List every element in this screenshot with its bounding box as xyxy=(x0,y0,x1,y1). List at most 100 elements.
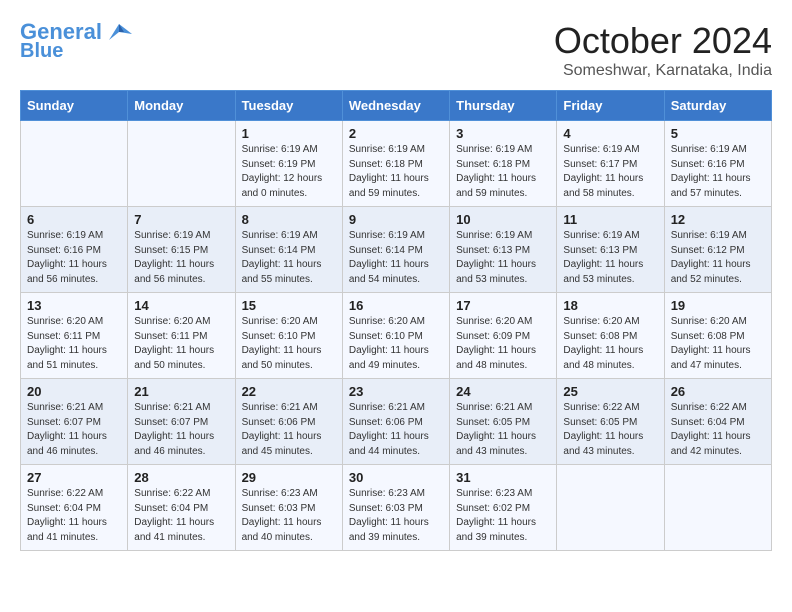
day-info: Sunrise: 6:20 AM Sunset: 6:10 PM Dayligh… xyxy=(242,315,336,373)
day-info: Sunrise: 6:19 AM Sunset: 6:13 PM Dayligh… xyxy=(456,229,550,287)
day-info: Sunrise: 6:19 AM Sunset: 6:13 PM Dayligh… xyxy=(563,229,657,287)
day-info: Sunrise: 6:19 AM Sunset: 6:19 PM Dayligh… xyxy=(242,143,336,201)
day-info: Sunrise: 6:21 AM Sunset: 6:06 PM Dayligh… xyxy=(349,401,443,459)
day-number: 31 xyxy=(456,470,550,485)
day-info: Sunrise: 6:23 AM Sunset: 6:03 PM Dayligh… xyxy=(242,487,336,545)
day-number: 5 xyxy=(671,126,765,141)
day-info: Sunrise: 6:19 AM Sunset: 6:14 PM Dayligh… xyxy=(242,229,336,287)
calendar-table: Sunday Monday Tuesday Wednesday Thursday… xyxy=(20,90,772,551)
day-number: 12 xyxy=(671,212,765,227)
header-sunday: Sunday xyxy=(21,91,128,121)
day-number: 26 xyxy=(671,384,765,399)
table-row: 20 Sunrise: 6:21 AM Sunset: 6:07 PM Dayli… xyxy=(21,379,128,465)
table-row xyxy=(664,465,771,551)
day-info: Sunrise: 6:19 AM Sunset: 6:16 PM Dayligh… xyxy=(671,143,765,201)
day-info: Sunrise: 6:19 AM Sunset: 6:18 PM Dayligh… xyxy=(349,143,443,201)
table-row: 17 Sunrise: 6:20 AM Sunset: 6:09 PM Dayli… xyxy=(450,293,557,379)
day-info: Sunrise: 6:23 AM Sunset: 6:02 PM Dayligh… xyxy=(456,487,550,545)
day-info: Sunrise: 6:20 AM Sunset: 6:10 PM Dayligh… xyxy=(349,315,443,373)
table-row: 18 Sunrise: 6:20 AM Sunset: 6:08 PM Dayli… xyxy=(557,293,664,379)
day-info: Sunrise: 6:23 AM Sunset: 6:03 PM Dayligh… xyxy=(349,487,443,545)
table-row: 29 Sunrise: 6:23 AM Sunset: 6:03 PM Dayli… xyxy=(235,465,342,551)
day-number: 28 xyxy=(134,470,228,485)
logo-bird-icon xyxy=(104,22,134,42)
table-row: 28Sunrise: 6:22 AM Sunset: 6:04 PM Dayli… xyxy=(128,465,235,551)
day-info: Sunrise: 6:19 AM Sunset: 6:14 PM Dayligh… xyxy=(349,229,443,287)
day-number: 29 xyxy=(242,470,336,485)
calendar-header-row: Sunday Monday Tuesday Wednesday Thursday… xyxy=(21,91,772,121)
table-row: 23 Sunrise: 6:21 AM Sunset: 6:06 PM Dayli… xyxy=(342,379,449,465)
table-row xyxy=(557,465,664,551)
day-info: Sunrise: 6:20 AM Sunset: 6:09 PM Dayligh… xyxy=(456,315,550,373)
day-info: Sunrise: 6:21 AM Sunset: 6:07 PM Dayligh… xyxy=(27,401,121,459)
day-number: 9 xyxy=(349,212,443,227)
header-wednesday: Wednesday xyxy=(342,91,449,121)
day-number: 6 xyxy=(27,212,121,227)
day-number: 24 xyxy=(456,384,550,399)
table-row: 13Sunrise: 6:20 AM Sunset: 6:11 PM Dayli… xyxy=(21,293,128,379)
day-info: Sunrise: 6:19 AM Sunset: 6:15 PM Dayligh… xyxy=(134,229,228,287)
day-number: 14 xyxy=(134,298,228,313)
table-row: 25Sunrise: 6:22 AM Sunset: 6:05 PM Dayli… xyxy=(557,379,664,465)
table-row: 8 Sunrise: 6:19 AM Sunset: 6:14 PM Daylig… xyxy=(235,207,342,293)
calendar-week-row: 13Sunrise: 6:20 AM Sunset: 6:11 PM Dayli… xyxy=(21,293,772,379)
day-info: Sunrise: 6:22 AM Sunset: 6:04 PM Dayligh… xyxy=(671,401,765,459)
table-row: 22Sunrise: 6:21 AM Sunset: 6:06 PM Dayli… xyxy=(235,379,342,465)
table-row: 2 Sunrise: 6:19 AM Sunset: 6:18 PM Daylig… xyxy=(342,121,449,207)
table-row xyxy=(21,121,128,207)
page-header: General Blue October 2024 Someshwar, Kar… xyxy=(20,20,772,80)
logo: General Blue xyxy=(20,20,134,62)
table-row: 21 Sunrise: 6:21 AM Sunset: 6:07 PM Dayli… xyxy=(128,379,235,465)
table-row: 7 Sunrise: 6:19 AM Sunset: 6:15 PM Daylig… xyxy=(128,207,235,293)
table-row: 14Sunrise: 6:20 AM Sunset: 6:11 PM Dayli… xyxy=(128,293,235,379)
table-row: 15Sunrise: 6:20 AM Sunset: 6:10 PM Dayli… xyxy=(235,293,342,379)
calendar-week-row: 27Sunrise: 6:22 AM Sunset: 6:04 PM Dayli… xyxy=(21,465,772,551)
day-number: 3 xyxy=(456,126,550,141)
location-subtitle: Someshwar, Karnataka, India xyxy=(554,62,772,80)
table-row: 5 Sunrise: 6:19 AM Sunset: 6:16 PM Daylig… xyxy=(664,121,771,207)
table-row: 10 Sunrise: 6:19 AM Sunset: 6:13 PM Dayli… xyxy=(450,207,557,293)
day-number: 17 xyxy=(456,298,550,313)
day-info: Sunrise: 6:21 AM Sunset: 6:07 PM Dayligh… xyxy=(134,401,228,459)
table-row xyxy=(128,121,235,207)
day-info: Sunrise: 6:20 AM Sunset: 6:08 PM Dayligh… xyxy=(563,315,657,373)
table-row: 27Sunrise: 6:22 AM Sunset: 6:04 PM Dayli… xyxy=(21,465,128,551)
day-number: 20 xyxy=(27,384,121,399)
day-number: 21 xyxy=(134,384,228,399)
calendar-week-row: 20 Sunrise: 6:21 AM Sunset: 6:07 PM Dayli… xyxy=(21,379,772,465)
header-thursday: Thursday xyxy=(450,91,557,121)
table-row: 1 Sunrise: 6:19 AM Sunset: 6:19 PM Daylig… xyxy=(235,121,342,207)
day-number: 30 xyxy=(349,470,443,485)
table-row: 16 Sunrise: 6:20 AM Sunset: 6:10 PM Dayli… xyxy=(342,293,449,379)
day-number: 10 xyxy=(456,212,550,227)
day-number: 11 xyxy=(563,212,657,227)
day-number: 25 xyxy=(563,384,657,399)
day-number: 23 xyxy=(349,384,443,399)
table-row: 9 Sunrise: 6:19 AM Sunset: 6:14 PM Daylig… xyxy=(342,207,449,293)
header-tuesday: Tuesday xyxy=(235,91,342,121)
table-row: 19 Sunrise: 6:20 AM Sunset: 6:08 PM Dayli… xyxy=(664,293,771,379)
day-info: Sunrise: 6:19 AM Sunset: 6:12 PM Dayligh… xyxy=(671,229,765,287)
day-info: Sunrise: 6:20 AM Sunset: 6:11 PM Dayligh… xyxy=(27,315,121,373)
day-number: 8 xyxy=(242,212,336,227)
day-info: Sunrise: 6:21 AM Sunset: 6:05 PM Dayligh… xyxy=(456,401,550,459)
table-row: 31 Sunrise: 6:23 AM Sunset: 6:02 PM Dayli… xyxy=(450,465,557,551)
day-number: 16 xyxy=(349,298,443,313)
table-row: 6 Sunrise: 6:19 AM Sunset: 6:16 PM Daylig… xyxy=(21,207,128,293)
table-row: 11 Sunrise: 6:19 AM Sunset: 6:13 PM Dayli… xyxy=(557,207,664,293)
header-monday: Monday xyxy=(128,91,235,121)
table-row: 30 Sunrise: 6:23 AM Sunset: 6:03 PM Dayli… xyxy=(342,465,449,551)
table-row: 4Sunrise: 6:19 AM Sunset: 6:17 PM Daylig… xyxy=(557,121,664,207)
table-row: 12 Sunrise: 6:19 AM Sunset: 6:12 PM Dayli… xyxy=(664,207,771,293)
day-number: 1 xyxy=(242,126,336,141)
calendar-week-row: 1 Sunrise: 6:19 AM Sunset: 6:19 PM Daylig… xyxy=(21,121,772,207)
day-info: Sunrise: 6:22 AM Sunset: 6:04 PM Dayligh… xyxy=(27,487,121,545)
day-info: Sunrise: 6:20 AM Sunset: 6:08 PM Dayligh… xyxy=(671,315,765,373)
day-number: 19 xyxy=(671,298,765,313)
day-number: 7 xyxy=(134,212,228,227)
day-number: 2 xyxy=(349,126,443,141)
day-number: 18 xyxy=(563,298,657,313)
header-friday: Friday xyxy=(557,91,664,121)
day-info: Sunrise: 6:19 AM Sunset: 6:16 PM Dayligh… xyxy=(27,229,121,287)
calendar-week-row: 6 Sunrise: 6:19 AM Sunset: 6:16 PM Daylig… xyxy=(21,207,772,293)
